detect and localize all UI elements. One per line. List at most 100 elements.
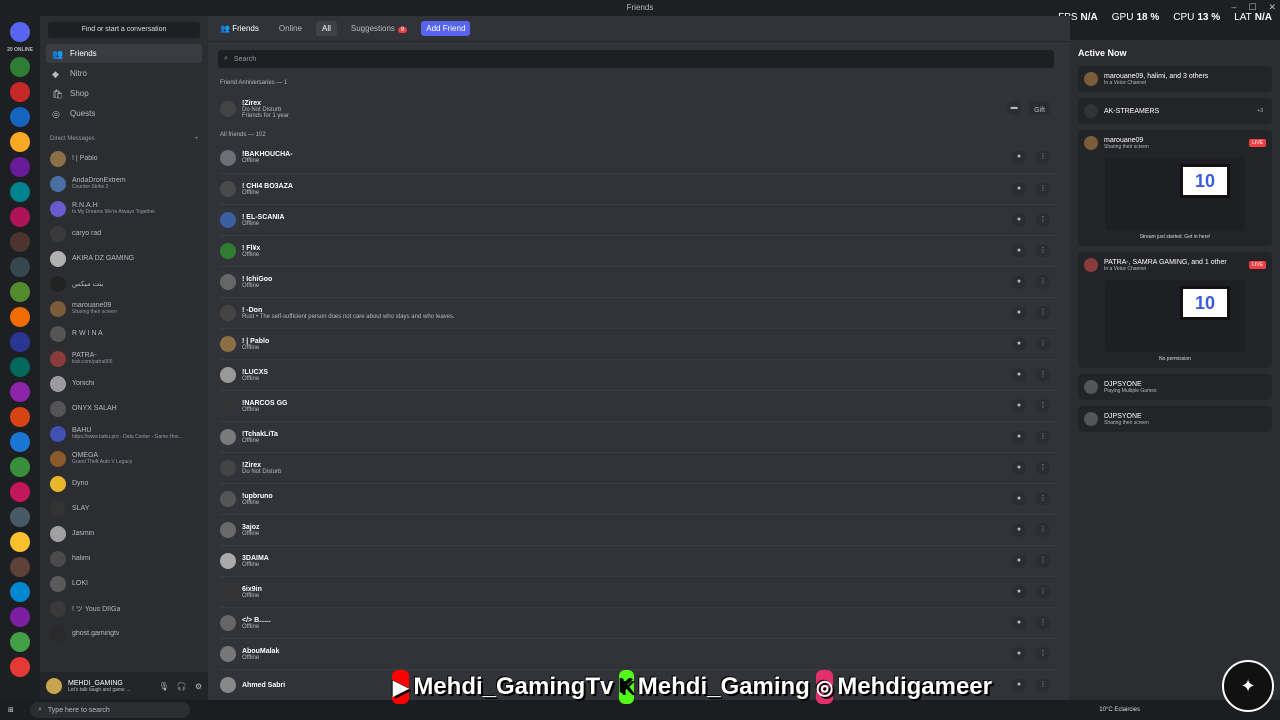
dm-item[interactable]: SLAY xyxy=(46,496,202,521)
dm-item[interactable]: OMEGA Grand Theft Auto V Legacy xyxy=(46,446,202,471)
more-options-icon[interactable]: ⋮ xyxy=(1036,306,1050,320)
message-icon[interactable]: ● xyxy=(1012,306,1026,320)
server-icon[interactable] xyxy=(10,82,30,102)
dm-item[interactable]: Yoriichi xyxy=(46,371,202,396)
more-options-icon[interactable]: ⋮ xyxy=(1036,678,1050,692)
stream-preview[interactable]: 10 xyxy=(1105,158,1245,230)
headphones-icon[interactable]: 🎧 xyxy=(177,682,187,691)
message-icon[interactable]: ● xyxy=(1012,244,1026,258)
more-options-icon[interactable]: ⋮ xyxy=(1036,523,1050,537)
friend-row[interactable]: ! CHI4 BO3AZA Offline ● ⋮ xyxy=(220,173,1058,204)
dm-item[interactable]: ghost.gamingtv xyxy=(46,621,202,646)
more-options-icon[interactable]: ⋮ xyxy=(1036,585,1050,599)
friend-row[interactable]: !upbruno Offline ● ⋮ xyxy=(220,483,1058,514)
server-icon[interactable] xyxy=(10,457,30,477)
friend-row[interactable]: </> B...... Offline ● ⋮ xyxy=(220,607,1058,638)
server-icon[interactable] xyxy=(10,357,30,377)
message-icon[interactable]: ● xyxy=(1012,678,1026,692)
sidebar-item-quests[interactable]: ◎ Quests xyxy=(46,104,202,123)
server-icon[interactable] xyxy=(10,307,30,327)
more-options-icon[interactable]: ⋮ xyxy=(1036,647,1050,661)
more-options-icon[interactable]: ⋮ xyxy=(1036,616,1050,630)
more-options-icon[interactable]: ⋮ xyxy=(1036,430,1050,444)
more-options-icon[interactable]: ⋮ xyxy=(1036,337,1050,351)
message-icon[interactable]: ● xyxy=(1012,337,1026,351)
message-icon[interactable]: ● xyxy=(1012,368,1026,382)
find-conversation-button[interactable]: Find or start a conversation xyxy=(48,22,200,38)
message-icon[interactable]: ● xyxy=(1012,523,1026,537)
dm-item[interactable]: PATRA-kick.com/patra666 xyxy=(46,346,202,371)
dm-item[interactable]: marouane09 Sharing their screen xyxy=(46,296,202,321)
active-card[interactable]: marouane09 Sharing their screen LIVE 10 Stre… xyxy=(1078,130,1272,246)
more-options-icon[interactable]: ⋮ xyxy=(1036,554,1050,568)
server-icon[interactable] xyxy=(10,182,30,202)
more-options-icon[interactable]: ⋮ xyxy=(1036,182,1050,196)
windows-start-icon[interactable]: ⊞ xyxy=(8,706,14,714)
friend-row[interactable]: ! Fl¥x Offline ● ⋮ xyxy=(220,235,1058,266)
taskbar-search-input[interactable]: ⌕ Type here to search xyxy=(30,702,190,718)
more-options-icon[interactable]: ⋮ xyxy=(1036,244,1050,258)
server-icon[interactable] xyxy=(10,157,30,177)
server-icon[interactable] xyxy=(10,632,30,652)
server-icon[interactable] xyxy=(10,332,30,352)
more-options-icon[interactable]: ⋮ xyxy=(1036,213,1050,227)
message-icon[interactable]: ● xyxy=(1012,275,1026,289)
anniversary-row[interactable]: !Zirex Do Not Disturb Friends for 1 year… xyxy=(220,90,1058,128)
message-icon[interactable]: ● xyxy=(1012,554,1026,568)
search-input[interactable]: ⌕ Search xyxy=(218,50,1054,68)
more-options-icon[interactable]: ⋮ xyxy=(1036,150,1050,164)
server-icon[interactable] xyxy=(10,657,30,677)
dm-item[interactable]: AndaDronExtrem Counter-Strike 2 xyxy=(46,171,202,196)
add-friend-button[interactable]: Add Friend xyxy=(421,21,471,36)
server-icon[interactable] xyxy=(10,532,30,552)
friend-row[interactable]: ! IchiGoo Offline ● ⋮ xyxy=(220,266,1058,297)
weather-widget[interactable]: 10°C Eclaircies xyxy=(1099,707,1140,713)
friend-row[interactable]: !Zirex Do Not Disturb ● ⋮ xyxy=(220,452,1058,483)
server-icon[interactable] xyxy=(10,407,30,427)
sidebar-item-shop[interactable]: 🛍 Shop xyxy=(46,84,202,103)
gift-button[interactable]: Gift xyxy=(1029,101,1050,115)
dm-item[interactable]: LOKI xyxy=(46,571,202,596)
home-button[interactable] xyxy=(10,22,30,42)
friend-row[interactable]: 3ajoz Offline ● ⋮ xyxy=(220,514,1058,545)
dm-item[interactable]: halimi xyxy=(46,546,202,571)
dm-item[interactable]: ! ツ Yous DIIGa xyxy=(46,596,202,621)
server-icon[interactable] xyxy=(10,382,30,402)
server-icon[interactable] xyxy=(10,132,30,152)
more-options-icon[interactable]: ⋮ xyxy=(1036,275,1050,289)
dm-item[interactable]: AKIRA DZ GAMING xyxy=(46,246,202,271)
server-icon[interactable] xyxy=(10,482,30,502)
sidebar-item-friends[interactable]: 👥 Friends xyxy=(46,44,202,63)
message-icon[interactable]: ● xyxy=(1012,492,1026,506)
message-icon[interactable]: ● xyxy=(1012,213,1026,227)
active-card[interactable]: marouane09, halimi, and 3 others In a Voi… xyxy=(1078,66,1272,92)
dm-item[interactable]: بنت ميكس xyxy=(46,271,202,296)
friend-row[interactable]: !BAKHOUCHA- Offline ● ⋮ xyxy=(220,142,1058,173)
dm-item[interactable]: R W I N A xyxy=(46,321,202,346)
server-icon[interactable] xyxy=(10,432,30,452)
message-icon[interactable]: ● xyxy=(1012,150,1026,164)
more-options-icon[interactable]: ⋮ xyxy=(1036,399,1050,413)
stream-preview[interactable]: 10 xyxy=(1105,280,1245,352)
friend-row[interactable]: !TchakLiTa Offline ● ⋮ xyxy=(220,421,1058,452)
message-icon[interactable]: ● xyxy=(1012,399,1026,413)
server-icon[interactable] xyxy=(10,257,30,277)
message-icon[interactable]: ● xyxy=(1012,647,1026,661)
more-options-icon[interactable]: ⋮ xyxy=(1036,368,1050,382)
friend-row[interactable]: ! -Don Rust • The self-sufficient person … xyxy=(220,297,1058,328)
friend-row[interactable]: !LUCXS Offline ● ⋮ xyxy=(220,359,1058,390)
server-icon[interactable] xyxy=(10,57,30,77)
server-icon[interactable] xyxy=(10,232,30,252)
tab-all[interactable]: All xyxy=(316,21,337,36)
server-icon[interactable] xyxy=(10,282,30,302)
server-icon[interactable] xyxy=(10,207,30,227)
friend-row[interactable]: 3DAIMA Offline ● ⋮ xyxy=(220,545,1058,576)
server-icon[interactable] xyxy=(10,507,30,527)
add-dm-icon[interactable]: + xyxy=(194,136,198,142)
message-icon[interactable]: ● xyxy=(1012,461,1026,475)
friend-row[interactable]: !NARCOS GG Offline ● ⋮ xyxy=(220,390,1058,421)
active-card[interactable]: AK-STREAMERS +3 xyxy=(1078,98,1272,124)
friend-row[interactable]: ! EL-SCANIA Offline ● ⋮ xyxy=(220,204,1058,235)
dm-item[interactable]: caryo rad xyxy=(46,221,202,246)
active-card[interactable]: DJPSYONE Sharing their screen xyxy=(1078,406,1272,432)
